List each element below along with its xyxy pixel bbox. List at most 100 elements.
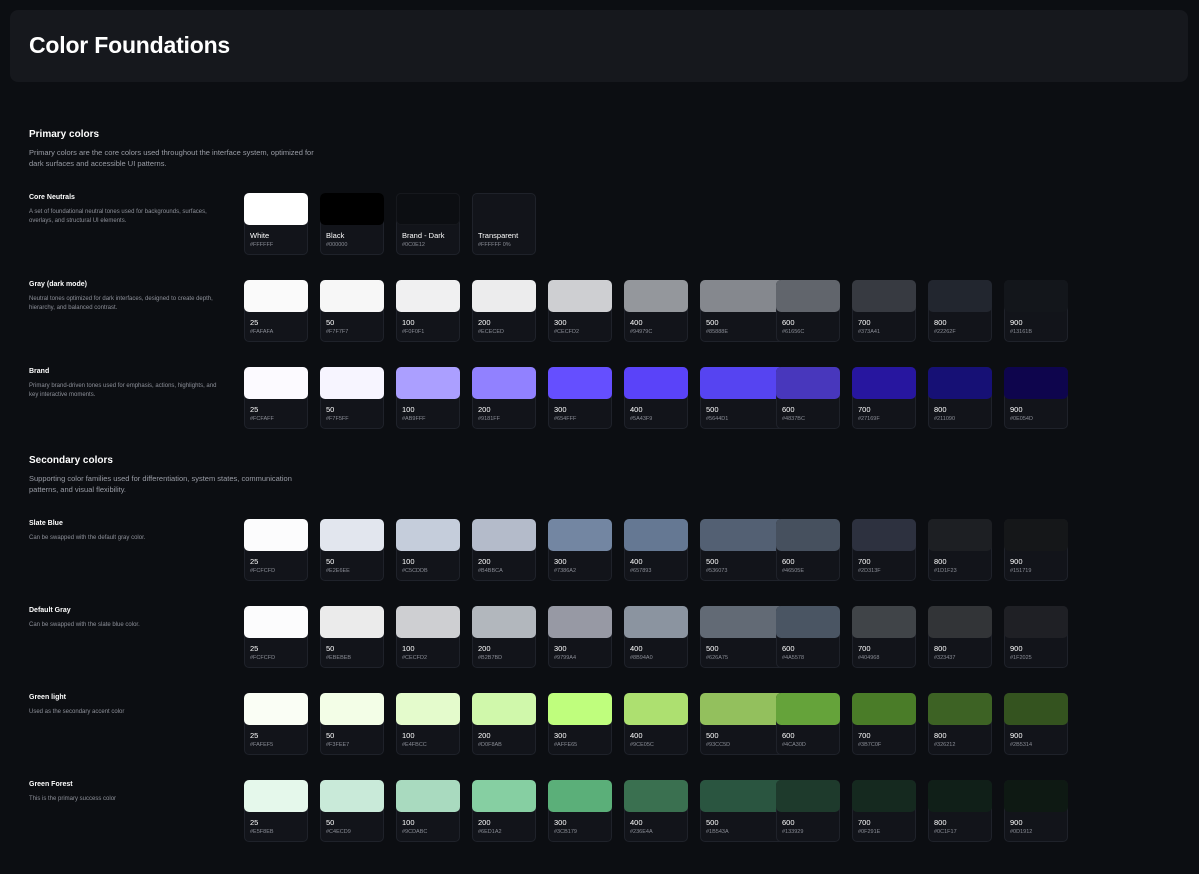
- color-swatch[interactable]: [776, 606, 840, 638]
- color-swatch[interactable]: [320, 780, 384, 812]
- color-swatch[interactable]: [624, 780, 688, 812]
- color-swatch[interactable]: [244, 780, 308, 812]
- color-swatch[interactable]: [928, 606, 992, 638]
- color-swatch-card[interactable]: 700 #27169F: [852, 367, 916, 429]
- color-swatch[interactable]: [396, 280, 460, 312]
- color-swatch-card[interactable]: Brand - Dark #0C0E12: [396, 193, 460, 255]
- color-swatch[interactable]: [1004, 280, 1068, 312]
- color-swatch-card[interactable]: 25 #FCFCFD: [244, 519, 308, 581]
- color-swatch-card[interactable]: 400 #236E4A: [624, 780, 688, 842]
- color-swatch-card[interactable]: 100 #AB9FFF: [396, 367, 460, 429]
- color-swatch-card[interactable]: 100 #E4FBCC: [396, 693, 460, 755]
- color-swatch-card[interactable]: 25 #FCFCFD: [244, 606, 308, 668]
- color-swatch[interactable]: [548, 519, 612, 551]
- color-swatch[interactable]: [852, 280, 916, 312]
- color-swatch[interactable]: [852, 780, 916, 812]
- color-swatch-card[interactable]: 700 #373A41: [852, 280, 916, 342]
- color-swatch-card[interactable]: 900 #0D1912: [1004, 780, 1068, 842]
- color-swatch[interactable]: [1004, 780, 1068, 812]
- color-swatch[interactable]: [624, 280, 688, 312]
- color-swatch-card[interactable]: 200 #D0F8AB: [472, 693, 536, 755]
- color-swatch[interactable]: [396, 193, 460, 225]
- color-swatch[interactable]: [928, 693, 992, 725]
- color-swatch-card[interactable]: 50 #F3FEE7: [320, 693, 384, 755]
- color-swatch-card[interactable]: Black #000000: [320, 193, 384, 255]
- color-swatch[interactable]: [1004, 693, 1068, 725]
- color-swatch-card[interactable]: 800 #0C1F17: [928, 780, 992, 842]
- color-swatch-card[interactable]: 300 #AFFE65: [548, 693, 612, 755]
- color-swatch[interactable]: [396, 780, 460, 812]
- color-swatch[interactable]: [700, 606, 788, 638]
- color-swatch[interactable]: [624, 693, 688, 725]
- color-swatch[interactable]: [776, 280, 840, 312]
- color-swatch-card[interactable]: 600 #61656C: [776, 280, 840, 342]
- color-swatch-card[interactable]: 50 #E2E6EE: [320, 519, 384, 581]
- color-swatch-card[interactable]: 800 #22262F: [928, 280, 992, 342]
- color-swatch-card[interactable]: 700 #2D313F: [852, 519, 916, 581]
- color-swatch-card[interactable]: 200 #6ED1A2: [472, 780, 536, 842]
- color-swatch[interactable]: [624, 606, 688, 638]
- color-swatch-card[interactable]: 600 #4A5578: [776, 606, 840, 668]
- color-swatch[interactable]: [1004, 606, 1068, 638]
- color-swatch-card[interactable]: 500 #85888E: [700, 280, 788, 342]
- color-swatch-card[interactable]: 200 #B4BBCA: [472, 519, 536, 581]
- color-swatch[interactable]: [776, 519, 840, 551]
- color-swatch[interactable]: [852, 367, 916, 399]
- color-swatch[interactable]: [472, 693, 536, 725]
- color-swatch-card[interactable]: 300 #654FFF: [548, 367, 612, 429]
- color-swatch[interactable]: [928, 367, 992, 399]
- color-swatch-card[interactable]: 25 #FAFEF5: [244, 693, 308, 755]
- color-swatch[interactable]: [320, 693, 384, 725]
- color-swatch[interactable]: [320, 519, 384, 551]
- color-swatch[interactable]: [244, 367, 308, 399]
- color-swatch-card[interactable]: 400 #9CE05C: [624, 693, 688, 755]
- color-swatch-card[interactable]: 300 #CECFD2: [548, 280, 612, 342]
- color-swatch[interactable]: [396, 519, 460, 551]
- color-swatch[interactable]: [624, 519, 688, 551]
- color-swatch-card[interactable]: 500 #5644D1: [700, 367, 788, 429]
- color-swatch[interactable]: [472, 780, 536, 812]
- color-swatch-card[interactable]: White #FFFFFF: [244, 193, 308, 255]
- color-swatch[interactable]: [700, 693, 788, 725]
- color-swatch[interactable]: [928, 519, 992, 551]
- color-swatch-card[interactable]: 200 #ECECED: [472, 280, 536, 342]
- color-swatch[interactable]: [776, 693, 840, 725]
- color-swatch[interactable]: [776, 780, 840, 812]
- color-swatch[interactable]: [396, 693, 460, 725]
- color-swatch-card[interactable]: 800 #211090: [928, 367, 992, 429]
- color-swatch[interactable]: [624, 367, 688, 399]
- color-swatch[interactable]: [320, 606, 384, 638]
- color-swatch-card[interactable]: 100 #CECFD2: [396, 606, 460, 668]
- color-swatch-card[interactable]: 400 #657893: [624, 519, 688, 581]
- color-swatch-card[interactable]: 50 #F7F7F7: [320, 280, 384, 342]
- color-swatch-card[interactable]: 500 #93CC5D: [700, 693, 788, 755]
- color-swatch[interactable]: [928, 780, 992, 812]
- color-swatch-card[interactable]: 100 #C5CDDB: [396, 519, 460, 581]
- color-swatch-card[interactable]: 500 #1B543A: [700, 780, 788, 842]
- color-swatch-card[interactable]: 600 #4837BC: [776, 367, 840, 429]
- color-swatch[interactable]: [244, 693, 308, 725]
- color-swatch[interactable]: [700, 280, 788, 312]
- color-swatch-card[interactable]: 50 #F7F5FF: [320, 367, 384, 429]
- color-swatch-card[interactable]: 600 #4CA30D: [776, 693, 840, 755]
- color-swatch-card[interactable]: 300 #7386A2: [548, 519, 612, 581]
- color-swatch[interactable]: [700, 780, 788, 812]
- color-swatch[interactable]: [244, 280, 308, 312]
- color-swatch-card[interactable]: 50 #EBEBEB: [320, 606, 384, 668]
- color-swatch-card[interactable]: 800 #1D1F23: [928, 519, 992, 581]
- color-swatch-card[interactable]: 700 #404968: [852, 606, 916, 668]
- color-swatch-card[interactable]: 400 #94979C: [624, 280, 688, 342]
- color-swatch[interactable]: [244, 606, 308, 638]
- color-swatch-card[interactable]: 25 #E5F8EB: [244, 780, 308, 842]
- color-swatch[interactable]: [472, 367, 536, 399]
- color-swatch[interactable]: [700, 367, 788, 399]
- color-swatch-card[interactable]: 600 #46505E: [776, 519, 840, 581]
- color-swatch-card[interactable]: 25 #FAFAFA: [244, 280, 308, 342]
- color-swatch[interactable]: [1004, 367, 1068, 399]
- color-swatch-card[interactable]: 500 #626A75: [700, 606, 788, 668]
- color-swatch-card[interactable]: 300 #9799A4: [548, 606, 612, 668]
- color-swatch[interactable]: [244, 193, 308, 225]
- color-swatch[interactable]: [852, 519, 916, 551]
- color-swatch[interactable]: [548, 780, 612, 812]
- color-swatch[interactable]: [776, 367, 840, 399]
